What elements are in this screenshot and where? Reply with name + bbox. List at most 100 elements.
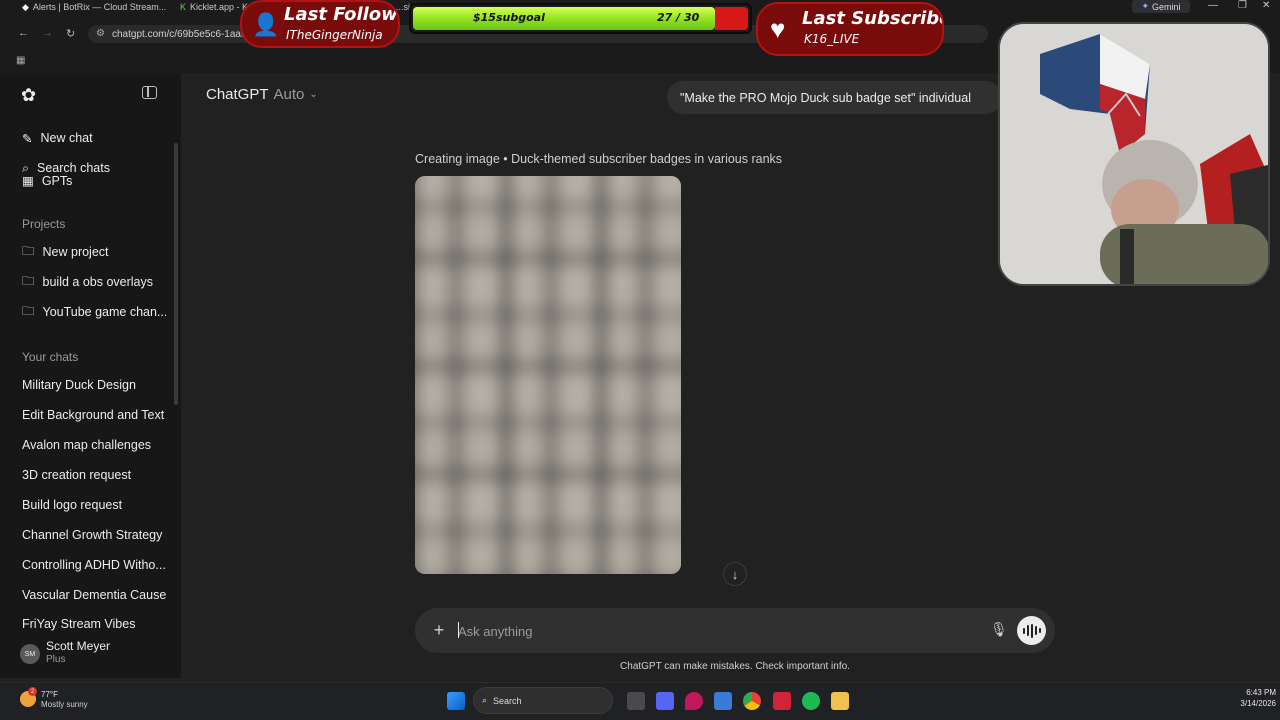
sidebar-item-label: Search chats: [37, 161, 110, 175]
user-name: Scott Meyer: [46, 639, 111, 653]
your-chats-header: Your chats: [22, 350, 79, 364]
sidebar-scrollbar[interactable]: [174, 143, 178, 405]
grid-icon: ▦: [22, 176, 34, 188]
chevron-down-icon: ⌄: [309, 89, 318, 100]
chat-item[interactable]: Vascular Dementia Causes: [12, 581, 166, 609]
composer: + 🎙: [415, 608, 1055, 653]
chat-item[interactable]: Edit Background and Text: [12, 401, 166, 429]
address-text: chatgpt.com/c/69b5e5c6-1aac-: [112, 28, 250, 40]
clock-date: 3/14/2026: [1240, 699, 1276, 708]
sidebar-item-label: build a obs overlays: [42, 275, 153, 289]
chat-item-label: Controlling ADHD Witho...: [22, 558, 166, 572]
voice-mode-button[interactable]: [1017, 616, 1046, 645]
discord-icon[interactable]: [656, 692, 674, 710]
notification-badge: 2: [28, 687, 37, 696]
user-menu[interactable]: SM Scott Meyer Plus: [12, 636, 172, 672]
apps-icon[interactable]: ▦: [16, 55, 25, 66]
sidebar-item-label: New chat: [40, 131, 93, 145]
folder-icon: 🗀: [22, 273, 35, 288]
chat-item[interactable]: FriYay Stream Vibes: [12, 611, 166, 631]
chat-item[interactable]: Build logo request: [12, 491, 166, 519]
sidebar-item-label: YouTube game chan...: [42, 305, 166, 319]
goal-label: $15subgoal: [473, 11, 545, 24]
weather-widget[interactable]: 2 77°F Mostly sunny: [20, 686, 120, 716]
user-message-text: "Make the PRO Mojo Duck sub badge set" i…: [680, 90, 971, 105]
task-view-icon[interactable]: [627, 692, 645, 710]
disclaimer: ChatGPT can make mistakes. Check importa…: [620, 661, 850, 672]
image-blur: [415, 176, 681, 574]
spotify-icon[interactable]: [802, 692, 820, 710]
weather-temp: 77°F: [41, 690, 58, 699]
weather-desc: Mostly sunny: [41, 700, 88, 709]
prompt-input[interactable]: [458, 620, 958, 642]
folder-plus-icon: 🗀: [22, 243, 35, 258]
taskbar-search[interactable]: ⌕ Search: [473, 687, 613, 714]
model-selector[interactable]: ChatGPT Auto ⌄: [206, 86, 318, 103]
sidebar-item-new-chat[interactable]: ✎ New chat: [12, 124, 166, 152]
webcam-feed: [1000, 24, 1268, 284]
app-icon[interactable]: [714, 692, 732, 710]
sidebar: ✿ ✎ New chat ⌕ Search chats ▦ GPTs Proje…: [0, 73, 181, 678]
arrow-down-icon: ↓: [731, 566, 739, 582]
sidebar-item-project-youtube[interactable]: 🗀 YouTube game chan...: [12, 298, 166, 326]
chat-item[interactable]: Controlling ADHD Witho...: [12, 551, 166, 579]
sidebar-item-label: GPTs: [41, 176, 73, 188]
reload-icon[interactable]: ↻: [66, 27, 75, 40]
chat-item[interactable]: Military Duck Design: [12, 371, 166, 399]
microphone-stand: [1120, 229, 1134, 284]
system-clock[interactable]: 6:43 PM 3/14/2026: [1220, 687, 1276, 709]
sidebar-item-project-obs[interactable]: 🗀 build a obs overlays: [12, 268, 166, 296]
toggle-sidebar-icon[interactable]: [142, 86, 157, 99]
scroll-down-button[interactable]: ↓: [723, 562, 747, 586]
text-caret: [458, 622, 459, 638]
taskbar: 2 77°F Mostly sunny ⌕ Search 6:43 PM 3/1…: [0, 682, 1280, 720]
chat-item[interactable]: Channel Growth Strategy: [12, 521, 166, 549]
chat-item-label: Avalon map challenges: [22, 438, 152, 452]
app-title: ChatGPT: [206, 86, 269, 103]
sidebar-item-new-project[interactable]: 🗀 New project: [12, 238, 166, 266]
chat-item[interactable]: Avalon map challenges: [12, 431, 166, 459]
tab-favicon-icon: ◆: [22, 1, 29, 12]
projects-header: Projects: [22, 217, 66, 231]
last-subscriber-overlay: ♥ Last Subscriber K16_LIVE: [756, 2, 944, 56]
taskbar-search-label: Search: [493, 695, 522, 706]
openai-logo-icon[interactable]: ✿: [21, 85, 36, 106]
chat-item-label: Build logo request: [22, 498, 123, 512]
last-follower-title: Last Follower: [284, 4, 398, 25]
clock-time: 6:43 PM: [1246, 688, 1276, 697]
generating-image-placeholder: [415, 176, 681, 574]
back-icon[interactable]: ←: [18, 27, 29, 39]
close-window-icon[interactable]: ✕: [1262, 0, 1270, 11]
gemini-button[interactable]: ✦ Gemini: [1132, 0, 1190, 13]
sidebar-item-label: New project: [42, 245, 109, 259]
tab-label: Alerts | BotRix — Cloud Stream...: [32, 2, 167, 12]
gemini-label: Gemini: [1152, 1, 1181, 12]
webcam-overlay: [998, 22, 1270, 286]
folder-icon: 🗀: [22, 303, 35, 318]
goal-count: 27 / 30: [657, 11, 700, 24]
site-info-icon[interactable]: ⚙: [96, 28, 105, 39]
forward-icon[interactable]: →: [42, 27, 53, 39]
chat-item-label: Channel Growth Strategy: [22, 528, 163, 542]
file-explorer-icon[interactable]: [831, 692, 849, 710]
last-follower-name: ITheGingerNinja: [286, 28, 383, 42]
maximize-icon[interactable]: ❐: [1238, 0, 1247, 11]
windows-start-icon[interactable]: [447, 692, 465, 710]
sidebar-item-gpts[interactable]: ▦ GPTs: [12, 176, 166, 188]
sub-goal-bar: $15subgoal 27 / 30: [409, 3, 752, 34]
microphone-icon[interactable]: 🎙: [990, 621, 1008, 638]
goal-remaining: [715, 7, 748, 30]
minimize-icon[interactable]: —: [1208, 0, 1218, 11]
model-name: Auto: [273, 86, 305, 103]
gemini-icon: ✦: [1141, 1, 1150, 11]
map-pin-icon[interactable]: [685, 692, 703, 710]
chat-item[interactable]: 3D creation request: [12, 461, 166, 489]
image-generation-status: Creating image • Duck-themed subscriber …: [415, 152, 783, 166]
user-message-bubble: "Make the PRO Mojo Duck sub badge set" i…: [667, 81, 1002, 114]
x-app-icon[interactable]: [773, 692, 791, 710]
chrome-icon[interactable]: [743, 692, 761, 710]
plus-icon[interactable]: +: [429, 619, 449, 641]
user-plan: Plus: [46, 654, 66, 665]
tab-botrix-alerts[interactable]: ◆ Alerts | BotRix — Cloud Stream... ✕: [22, 0, 167, 14]
tab-kicklet[interactable]: K Kicklet.app - K...: [180, 0, 250, 14]
